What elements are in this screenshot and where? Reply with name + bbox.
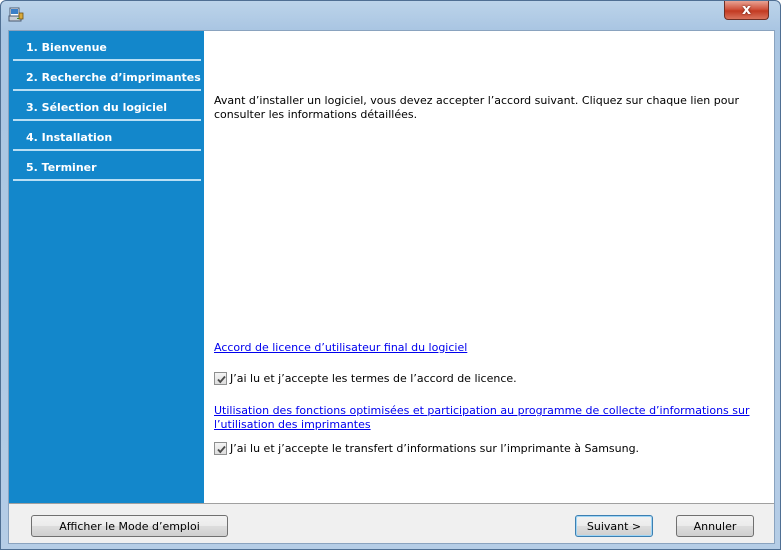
step-label: 1. Bienvenue [26, 41, 107, 54]
button-bar: Afficher le Mode d’emploi Suivant > Annu… [9, 504, 774, 543]
intro-text: Avant d’installer un logiciel, vous deve… [214, 94, 739, 121]
license-accept-row[interactable]: J’ai lu et j’accepte les termes de l’acc… [214, 370, 517, 386]
checkmark-icon [217, 375, 226, 383]
step-label: 4. Installation [26, 131, 113, 144]
close-button[interactable]: x [724, 1, 769, 20]
content-panel: Avant d’installer un logiciel, vous deve… [204, 31, 774, 503]
installer-icon [8, 7, 24, 23]
step-installation: 4. Installation [13, 123, 201, 151]
data-collection-link[interactable]: Utilisation des fonctions optimisées et … [214, 404, 759, 432]
data-transfer-label: J’ai lu et j’accepte le transfert d’info… [230, 441, 640, 455]
steps-sidebar: 1. Bienvenue 2. Recherche d’imprimantes … [9, 31, 204, 503]
checkmark-icon [217, 445, 226, 453]
step-label: 3. Sélection du logiciel [26, 101, 168, 114]
step-label: 2. Recherche d’imprimantes [26, 71, 201, 84]
title-bar[interactable]: x [1, 1, 780, 29]
step-finish: 5. Terminer [13, 153, 201, 181]
step-printer-search: 2. Recherche d’imprimantes [13, 63, 201, 91]
license-accept-label: J’ai lu et j’accepte les termes de l’acc… [230, 371, 517, 385]
installer-window: x 1. Bienvenue 2. Recherche d’imprimante… [0, 0, 781, 550]
dialog-client-area: 1. Bienvenue 2. Recherche d’imprimantes … [8, 30, 775, 544]
show-manual-button[interactable]: Afficher le Mode d’emploi [31, 515, 228, 537]
next-button[interactable]: Suivant > [575, 515, 653, 537]
data-accept-row[interactable]: J’ai lu et j’accepte le transfert d’info… [214, 440, 639, 456]
license-agreement-link[interactable]: Accord de licence d’utilisateur final du… [214, 341, 759, 355]
close-icon: x [741, 2, 752, 18]
data-transfer-checkbox[interactable] [214, 441, 227, 455]
license-accept-checkbox[interactable] [214, 371, 227, 385]
step-software-selection: 3. Sélection du logiciel [13, 93, 201, 121]
step-welcome: 1. Bienvenue [13, 33, 201, 61]
cancel-button[interactable]: Annuler [676, 515, 754, 537]
step-label: 5. Terminer [26, 161, 97, 174]
